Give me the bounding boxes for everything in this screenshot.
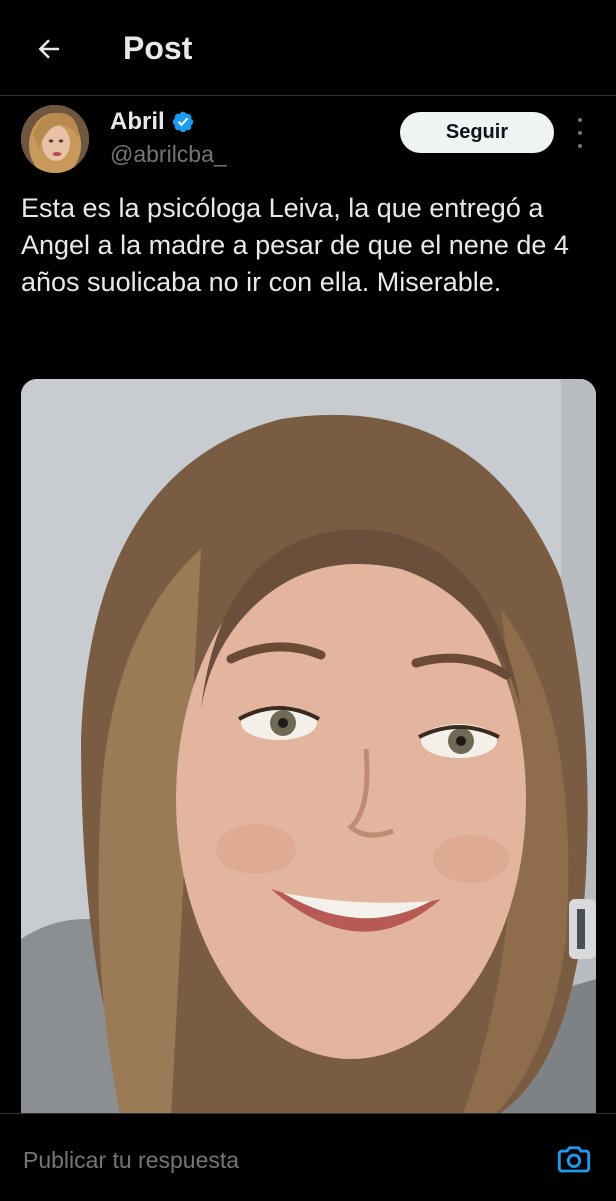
- camera-icon: [557, 1146, 591, 1173]
- author-name-row[interactable]: Abril: [110, 108, 195, 136]
- verified-badge-icon: [171, 110, 195, 134]
- more-vertical-icon: [578, 118, 582, 122]
- author-handle[interactable]: @abrilcba_: [110, 141, 227, 168]
- post-text: Esta es la psicóloga Leiva, la que entre…: [21, 193, 569, 297]
- top-bar: Post: [0, 0, 616, 96]
- page-title: Post: [123, 30, 193, 66]
- reply-bar: [0, 1113, 616, 1201]
- arrow-left-icon: [38, 39, 59, 59]
- author-name[interactable]: Abril: [110, 108, 165, 136]
- back-button[interactable]: [28, 28, 70, 70]
- post-photo[interactable]: [21, 379, 596, 1119]
- reply-input[interactable]: [21, 1146, 525, 1175]
- more-options-button[interactable]: [566, 118, 594, 148]
- camera-button[interactable]: [556, 1141, 592, 1177]
- follow-button[interactable]: Seguir: [400, 112, 554, 153]
- avatar[interactable]: [21, 105, 89, 173]
